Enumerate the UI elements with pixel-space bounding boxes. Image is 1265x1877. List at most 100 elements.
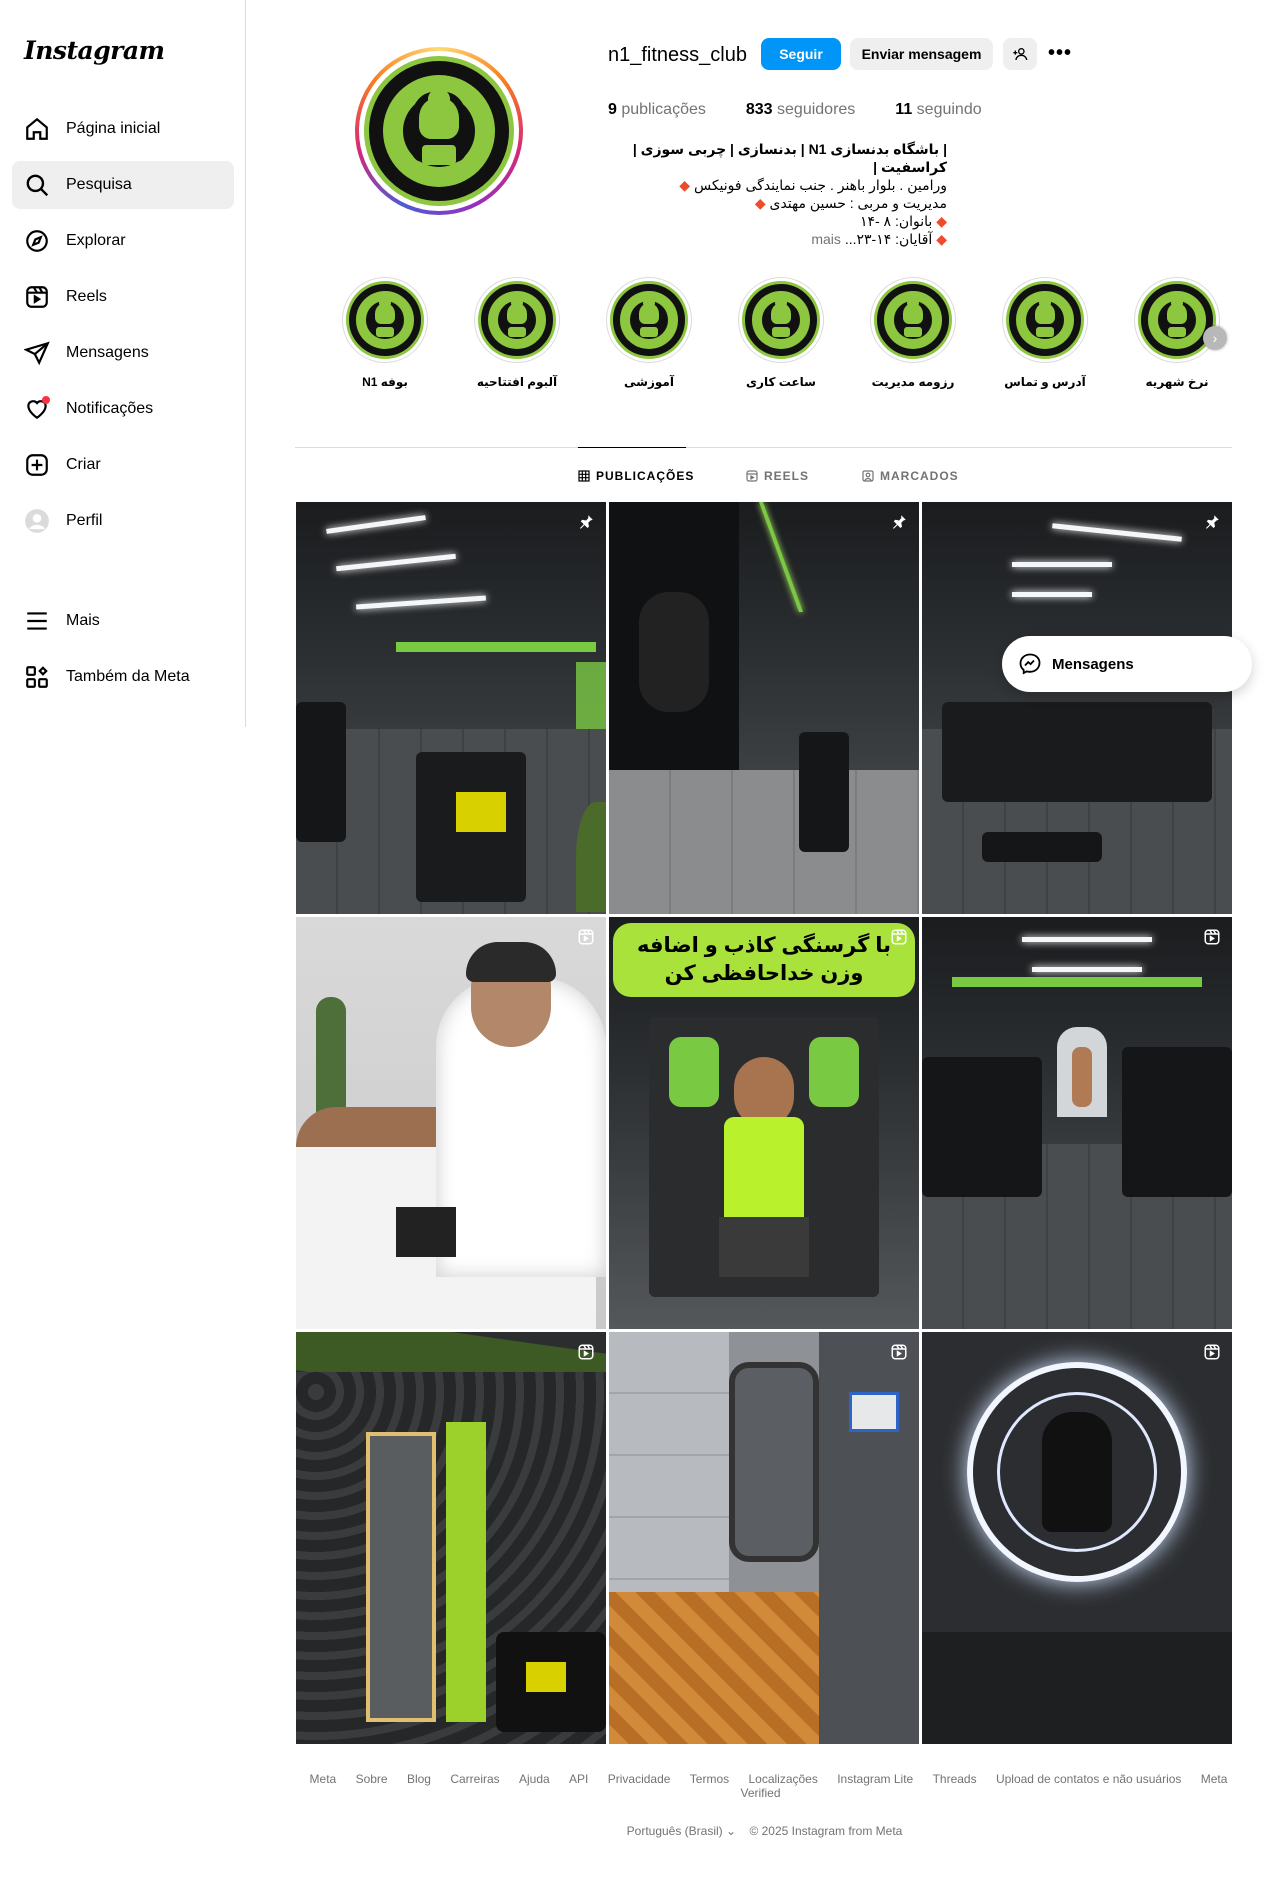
send-message-button[interactable]: Enviar mensagem bbox=[850, 38, 993, 70]
pin-icon bbox=[576, 512, 596, 532]
chevron-right-icon[interactable]: › bbox=[1203, 326, 1227, 350]
highlight-label: آدرس و تماس bbox=[1004, 375, 1086, 389]
reel-icon bbox=[576, 927, 596, 947]
footer: Meta Sobre Blog Carreiras Ajuda API Priv… bbox=[296, 1772, 1233, 1838]
nav-item-meta[interactable]: Também da Meta bbox=[12, 653, 234, 701]
highlight-item[interactable]: آلبوم افتتاحیه bbox=[472, 277, 562, 389]
highlight-item[interactable]: آموزشی bbox=[604, 277, 694, 389]
footer-link[interactable]: Threads bbox=[933, 1772, 977, 1786]
reel-icon bbox=[1202, 927, 1222, 947]
nav-item-notifications[interactable]: Notificações bbox=[12, 385, 234, 433]
footer-link[interactable]: Meta bbox=[310, 1772, 337, 1786]
highlight-label: ساعت کاری bbox=[746, 375, 816, 389]
reel-icon bbox=[889, 1342, 909, 1362]
bio-line: آقایان: ۱۴-۲۳... bbox=[844, 231, 933, 247]
highlight-cover bbox=[738, 277, 824, 363]
nav-item-search[interactable]: Pesquisa bbox=[12, 161, 234, 209]
nav-item-home[interactable]: Página inicial bbox=[12, 105, 234, 153]
footer-link[interactable]: Termos bbox=[690, 1772, 729, 1786]
tab-posts[interactable]: PUBLICAÇÕES bbox=[578, 469, 694, 483]
follow-button[interactable]: Seguir bbox=[761, 38, 841, 70]
reel-icon bbox=[889, 927, 909, 947]
footer-link[interactable]: Carreiras bbox=[450, 1772, 499, 1786]
avatar-icon bbox=[24, 508, 50, 534]
nav-item-reels[interactable]: Reels bbox=[12, 273, 234, 321]
nav-item-explore[interactable]: Explorar bbox=[12, 217, 234, 265]
followers-stat[interactable]: 833 seguidores bbox=[746, 101, 855, 119]
footer-link[interactable]: Blog bbox=[407, 1772, 431, 1786]
highlight-cover bbox=[474, 277, 560, 363]
nav-label: Página inicial bbox=[66, 120, 161, 137]
highlight-label: آلبوم افتتاحیه bbox=[476, 375, 558, 389]
send-icon bbox=[24, 340, 50, 366]
instagram-logo[interactable]: Instagram bbox=[24, 36, 165, 65]
pin-icon bbox=[889, 512, 909, 532]
nav-label: Criar bbox=[66, 456, 101, 473]
active-tab-indicator bbox=[578, 447, 686, 448]
post-thumbnail[interactable] bbox=[296, 1332, 606, 1744]
highlight-item[interactable]: آدرس و تماس bbox=[1000, 277, 1090, 389]
nav-item-create[interactable]: Criar bbox=[12, 441, 234, 489]
messages-popup-button[interactable]: Mensagens bbox=[1002, 636, 1252, 692]
post-thumbnail[interactable] bbox=[922, 502, 1232, 914]
copyright: © 2025 Instagram from Meta bbox=[749, 1824, 903, 1838]
more-options-icon[interactable]: ••• bbox=[1048, 42, 1072, 65]
tab-tagged[interactable]: MARCADOS bbox=[862, 469, 959, 483]
post-thumbnail[interactable] bbox=[609, 502, 919, 914]
nav-label: Reels bbox=[66, 288, 107, 305]
post-thumbnail[interactable] bbox=[296, 917, 606, 1329]
footer-link[interactable]: API bbox=[569, 1772, 588, 1786]
secondary-nav: Mais Também da Meta bbox=[12, 597, 234, 709]
highlight-item[interactable]: بوفه N1 bbox=[340, 277, 430, 389]
post-thumbnail[interactable] bbox=[609, 1332, 919, 1744]
highlight-cover bbox=[1134, 277, 1220, 363]
bio-line: مدیریت و مربی : حسین مهتدی bbox=[769, 195, 947, 211]
story-highlights: (function(){ var lefts=[792,660,528,396,… bbox=[340, 277, 1220, 397]
suggested-users-button[interactable] bbox=[1003, 38, 1037, 70]
profile-avatar[interactable] bbox=[355, 47, 523, 215]
nav-item-profile[interactable]: Perfil bbox=[12, 497, 234, 545]
posts-stat: 9 publicações bbox=[608, 101, 706, 118]
reel-caption: با گرسنگی کاذب و اضافه وزن خداحافظی کن bbox=[613, 923, 915, 997]
post-thumbnail[interactable] bbox=[922, 917, 1232, 1329]
highlight-cover bbox=[606, 277, 692, 363]
bio-line: بانوان: ۸ -۱۴ bbox=[859, 213, 933, 229]
grid-icon bbox=[578, 470, 590, 482]
nav-label: Explorar bbox=[66, 232, 126, 249]
footer-link[interactable]: Privacidade bbox=[608, 1772, 671, 1786]
post-thumbnail[interactable] bbox=[296, 502, 606, 914]
nav-label: Mensagens bbox=[66, 344, 149, 361]
nav-label: Perfil bbox=[66, 512, 103, 529]
highlight-label: بوفه N1 bbox=[362, 375, 408, 389]
highlight-cover bbox=[342, 277, 428, 363]
language-select[interactable]: Português (Brasil) ⌄ bbox=[627, 1824, 736, 1838]
footer-meta: Português (Brasil) ⌄ © 2025 Instagram fr… bbox=[296, 1824, 1233, 1838]
footer-link[interactable]: Upload de contatos e não usuários bbox=[996, 1772, 1181, 1786]
footer-links: Meta Sobre Blog Carreiras Ajuda API Priv… bbox=[296, 1772, 1233, 1800]
sidebar: Instagram Página inicial Pesquisa Explor… bbox=[0, 0, 246, 727]
highlight-cover bbox=[870, 277, 956, 363]
nav-item-messages[interactable]: Mensagens bbox=[12, 329, 234, 377]
tab-reels[interactable]: REELS bbox=[746, 469, 809, 483]
chevron-down-icon: ⌄ bbox=[726, 1824, 737, 1838]
footer-link[interactable]: Ajuda bbox=[519, 1772, 550, 1786]
highlight-item[interactable]: ساعت کاری bbox=[736, 277, 826, 389]
post-thumbnail[interactable]: با گرسنگی کاذب و اضافه وزن خداحافظی کن bbox=[609, 917, 919, 1329]
footer-link[interactable]: Instagram Lite bbox=[837, 1772, 913, 1786]
highlight-item[interactable]: رزومه مدیریت bbox=[868, 277, 958, 389]
footer-link[interactable]: Localizações bbox=[748, 1772, 817, 1786]
nav-label: Notificações bbox=[66, 400, 154, 417]
bio-more-link[interactable]: mais bbox=[811, 231, 841, 247]
following-stat[interactable]: 11 seguindo bbox=[895, 101, 981, 119]
nav-item-more[interactable]: Mais bbox=[12, 597, 234, 645]
highlight-label: آموزشی bbox=[624, 375, 674, 389]
profile-bio: | باشگاه بدنسازی N1 | بدنسازی | چربی سوز… bbox=[607, 140, 947, 248]
nav-label: Também da Meta bbox=[66, 668, 190, 685]
highlight-label: رزومه مدیریت bbox=[871, 375, 955, 389]
reel-icon bbox=[576, 1342, 596, 1362]
notification-dot bbox=[42, 396, 50, 404]
post-thumbnail[interactable] bbox=[922, 1332, 1232, 1744]
footer-link[interactable]: Sobre bbox=[356, 1772, 388, 1786]
nav-label: Pesquisa bbox=[66, 176, 132, 193]
home-icon bbox=[24, 116, 50, 142]
